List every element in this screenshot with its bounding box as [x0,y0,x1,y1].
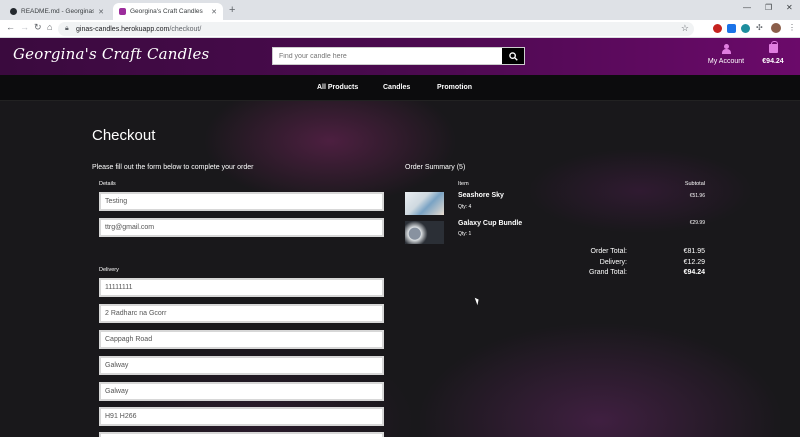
town-city-field[interactable]: Galway [99,356,384,375]
product-subtotal: €29.99 [689,220,705,226]
browser-tabstrip: README.md - Georginas_Craft... ✕ Georgin… [0,0,800,20]
browser-toolbar: ← → ↻ ⌂ 🔒︎ ginas-candles.herokuapp.com/c… [0,20,800,38]
nav-all-products[interactable]: All Products [317,84,358,91]
close-tab-icon[interactable]: ✕ [211,8,217,16]
nav-promotion[interactable]: Promotion [437,84,472,91]
form-instructions: Please fill out the form below to comple… [92,164,254,171]
close-window-icon[interactable]: ✕ [786,3,793,12]
url-host: ginas-candles.herokuapp.com [76,25,170,33]
extensions-puzzle-icon[interactable]: ✣ [756,23,763,32]
reload-icon[interactable]: ↻ [34,22,42,33]
bag-total: €94.24 [762,58,784,65]
shopping-bag-link[interactable]: €94.24 [760,41,786,65]
tab-readme[interactable]: README.md - Georginas_Craft... ✕ [4,3,110,20]
phone-number-field[interactable]: 11111111 [99,278,384,297]
delivery-label: Delivery [99,267,119,273]
search-input[interactable] [273,48,502,64]
profile-avatar[interactable] [771,23,781,33]
site-header: Georgina's Craft Candles My Account €94.… [0,38,800,75]
maximize-icon[interactable]: ❐ [765,3,772,12]
country-field[interactable] [99,432,384,437]
item-column-header: Item [458,181,469,187]
delivery-cost-label: Delivery: [599,259,627,266]
product-image-galaxy-cup-bundle [405,221,444,244]
extension-blue-icon[interactable] [727,24,736,33]
home-icon[interactable]: ⌂ [47,22,52,32]
tab-craft-candles[interactable]: Georgina's Craft Candles ✕ [113,3,223,20]
address-bar[interactable]: 🔒︎ ginas-candles.herokuapp.com/checkout/… [58,22,694,36]
subtotal-column-header: Subtotal [684,181,705,187]
order-total-label: Order Total: [590,248,627,255]
nav-candles[interactable]: Candles [383,84,410,91]
minimize-icon[interactable]: — [743,3,751,12]
search-form [272,47,525,65]
search-button[interactable] [502,48,524,64]
new-tab-icon[interactable]: + [229,4,235,16]
county-field[interactable]: Galway [99,382,384,401]
product-subtotal: €51.96 [689,193,705,199]
site-logo[interactable]: Georgina's Craft Candles [13,45,209,63]
email-field[interactable]: ttrg@gmail.com [99,218,384,237]
page-title: Checkout [92,127,156,144]
product-image-seashore-sky [405,192,444,215]
url-path: /checkout/ [169,25,202,33]
product-qty: Qty: 4 [458,204,472,210]
bookmark-star-icon[interactable]: ☆ [681,23,689,34]
street-address-1-field[interactable]: 2 Radharc na Gcorr [99,304,384,323]
extension-teal-icon[interactable] [741,24,750,33]
github-icon [10,8,17,15]
user-icon [722,44,731,54]
order-summary-title: Order Summary (5) [405,164,466,171]
lock-icon: 🔒︎ [65,25,69,32]
my-account-label: My Account [707,58,745,65]
details-label: Details [99,181,116,187]
grand-total-value: €94.24 [683,269,705,276]
tab-title: README.md - Georginas_Craft... [21,8,95,15]
extension-red-icon[interactable] [713,24,722,33]
product-qty: Qty: 1 [458,231,472,237]
checkout-main: Checkout Please fill out the form below … [0,101,800,437]
order-total-value: €81.95 [683,248,705,255]
grand-total-label: Grand Total: [588,269,627,276]
full-name-field[interactable]: Testing [99,192,384,211]
close-tab-icon[interactable]: ✕ [98,8,104,16]
mouse-cursor [474,296,481,306]
back-icon[interactable]: ← [6,22,15,32]
main-nav: All Products Candles Promotion [0,75,800,101]
tab-title: Georgina's Craft Candles [130,8,203,15]
street-address-2-field[interactable]: Cappagh Road [99,330,384,349]
my-account-link[interactable]: My Account [706,44,746,65]
browser-menu-icon[interactable]: ⋮ [788,23,796,32]
forward-icon[interactable]: → [20,22,29,32]
search-icon [508,51,518,61]
shopping-bag-icon [768,41,778,53]
product-name: Galaxy Cup Bundle [458,220,523,227]
postcode-field[interactable]: H91 H266 [99,407,384,426]
product-name: Seashore Sky [458,192,504,199]
delivery-cost-value: €12.29 [683,259,705,266]
site-favicon-icon [119,8,126,15]
